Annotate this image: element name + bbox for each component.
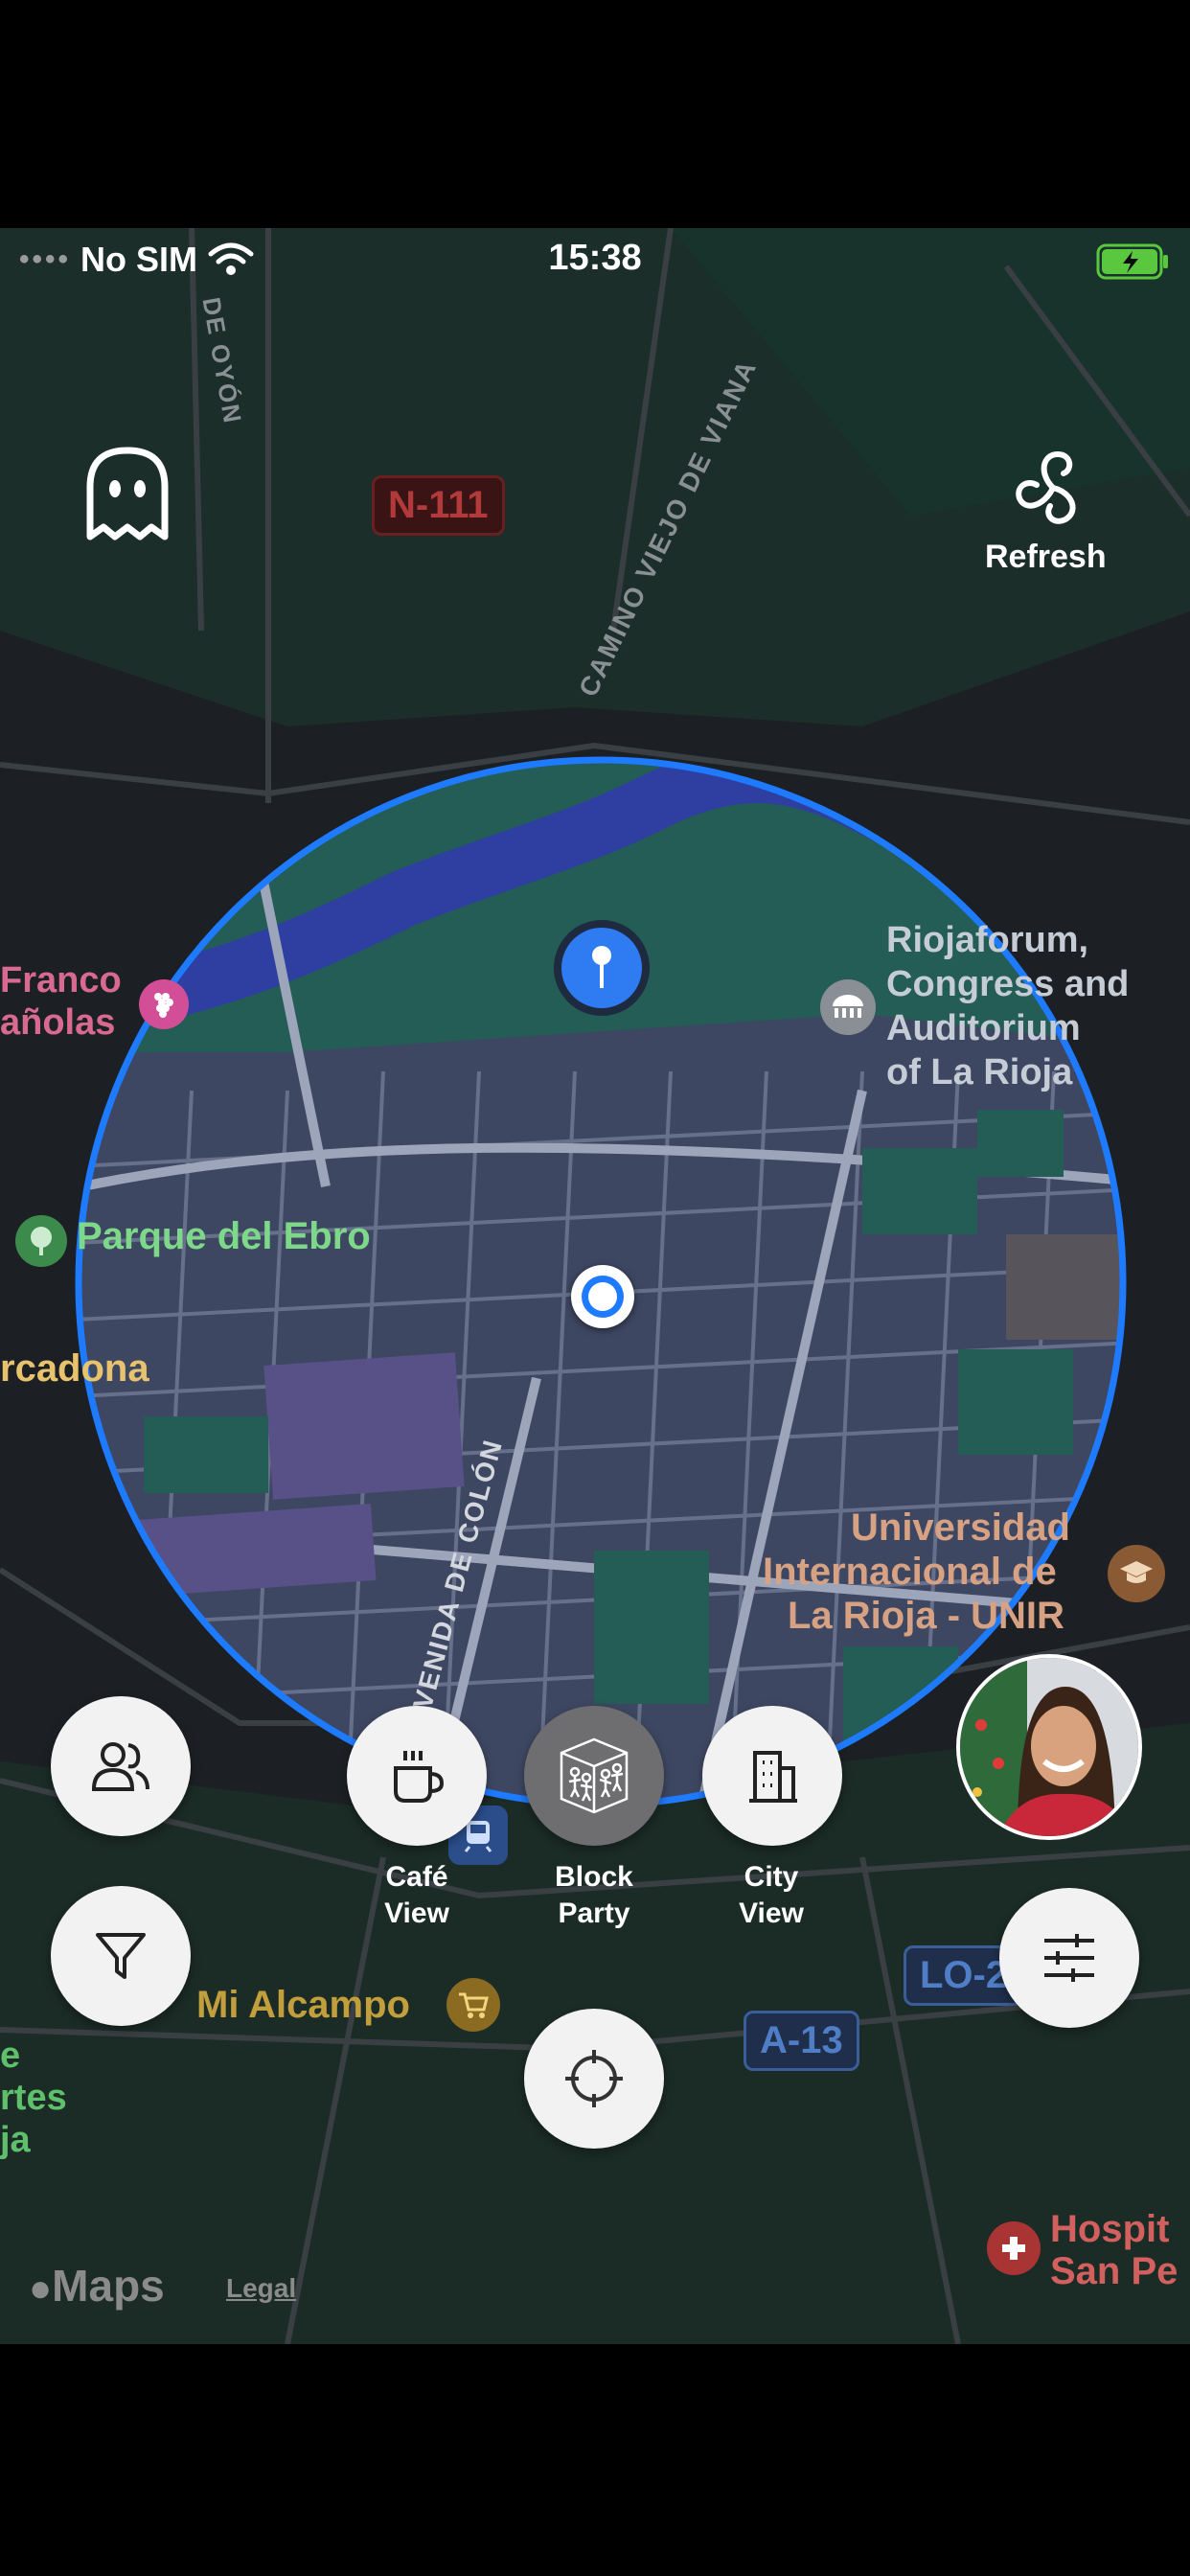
dropped-pin[interactable]: [554, 920, 650, 1016]
place-label-hospital-2: San Pe: [1050, 2250, 1179, 2292]
legal-link[interactable]: Legal: [226, 2273, 296, 2304]
road-shield-a13: A-13: [744, 2011, 859, 2071]
place-label-left-frag-1: e: [0, 2036, 21, 2076]
place-label-espanolas: añolas: [0, 1002, 116, 1043]
block-party-button[interactable]: [524, 1706, 664, 1846]
avatar-photo: [960, 1658, 1138, 1836]
filter-button[interactable]: [51, 1886, 191, 2026]
coffee-cup-icon: [394, 1751, 445, 1803]
map-screen: DE OYÓN CAMINO VIEJO DE VIANA AVENIDA DE…: [0, 228, 1190, 2344]
place-label-unir-1: Universidad: [851, 1506, 1070, 1549]
place-label-parque: Parque del Ebro: [77, 1215, 371, 1257]
block-party-icon: [560, 1737, 629, 1814]
status-time: 15:38: [548, 238, 642, 278]
current-location-dot: [571, 1265, 634, 1328]
maps-label: Maps: [52, 2261, 165, 2311]
winery-icon[interactable]: [139, 979, 189, 1029]
city-view-button[interactable]: [702, 1706, 842, 1846]
maps-attribution[interactable]: ●Maps: [29, 2260, 165, 2312]
graduation-cap-icon[interactable]: [1108, 1545, 1165, 1602]
city-view-label: City View: [739, 1861, 804, 1929]
top-letterbox: [0, 0, 1190, 228]
place-label-left-frag-2: rtes: [0, 2078, 67, 2118]
bottom-letterbox: [0, 2344, 1190, 2576]
cafe-view-label: Café View: [384, 1861, 449, 1929]
profile-avatar[interactable]: [956, 1654, 1142, 1840]
block-party-label: Block Party: [555, 1861, 633, 1929]
status-bar: •••• No SIM 15:38: [0, 228, 1190, 295]
park-icon[interactable]: [15, 1215, 67, 1267]
crosshair-icon: [565, 2050, 623, 2107]
place-label-alcampo: Mi Alcampo: [196, 1984, 410, 2026]
settings-button[interactable]: [999, 1888, 1139, 2028]
place-label-riojaforum-3: Auditorium: [886, 1008, 1081, 1048]
place-label-riojaforum-2: Congress and: [886, 964, 1130, 1004]
shopping-cart-icon[interactable]: [446, 1978, 500, 2032]
theater-icon[interactable]: [820, 979, 876, 1035]
sliders-icon: [1044, 1934, 1094, 1982]
cafe-view-button[interactable]: [347, 1706, 487, 1846]
triskele-icon: [1016, 450, 1076, 524]
ghost-mode-button[interactable]: [82, 445, 172, 544]
place-label-unir-3: La Rioja - UNIR: [788, 1595, 1064, 1637]
battery-icon: [1096, 243, 1171, 285]
place-label-left-frag-3: ja: [0, 2120, 31, 2160]
friends-button[interactable]: [51, 1696, 191, 1836]
refresh-button[interactable]: Refresh: [977, 445, 1121, 579]
place-label-hospital-1: Hospit: [1050, 2208, 1170, 2250]
place-label-mercadona: rcadona: [0, 1347, 149, 1390]
place-label-franco: Franco: [0, 960, 122, 1000]
road-shield-n111: N-111: [372, 475, 505, 536]
place-label-unir-2: Internacional de: [763, 1551, 1057, 1593]
place-label-riojaforum-1: Riojaforum,: [886, 920, 1089, 960]
recenter-button[interactable]: [524, 2009, 664, 2149]
apple-logo-icon: ●: [29, 2267, 53, 2310]
place-label-riojaforum-4: of La Rioja: [886, 1052, 1073, 1092]
building-icon: [749, 1751, 797, 1803]
hospital-icon[interactable]: [987, 2221, 1041, 2275]
ghost-icon: [86, 447, 169, 540]
refresh-label: Refresh: [985, 539, 1107, 575]
filter-icon: [96, 1933, 146, 1979]
pin-icon: [592, 946, 611, 988]
people-icon: [91, 1742, 149, 1791]
